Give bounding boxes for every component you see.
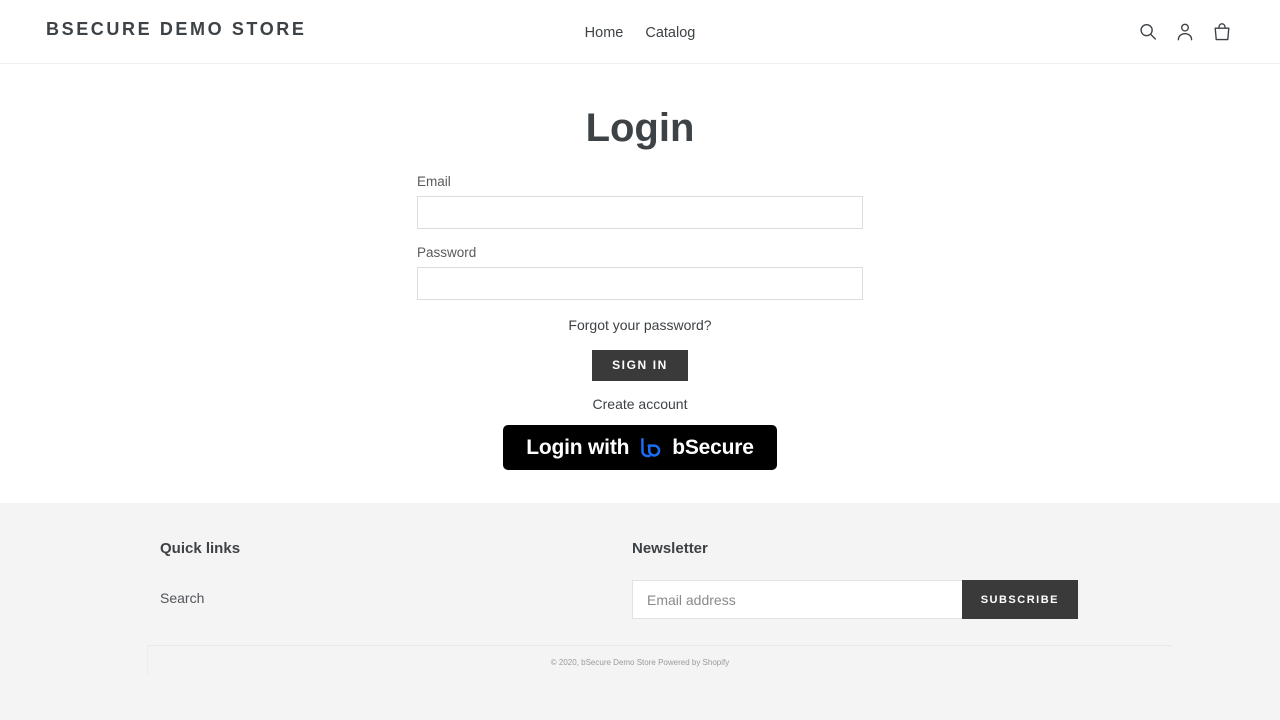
subscribe-button[interactable]: SUBSCRIBE <box>961 580 1078 619</box>
page-title: Login <box>585 106 695 150</box>
footer-bottom-strip <box>0 676 1280 720</box>
footer-link-search[interactable]: Search <box>160 589 204 607</box>
email-label: Email <box>417 174 451 189</box>
main-navigation: Home Catalog <box>585 24 696 42</box>
page-root: BSECURE DEMO STORE Home Catalog Login Em… <box>0 0 1280 720</box>
forgot-password-row: Forgot your password? <box>417 316 863 335</box>
header-icon-group <box>1137 21 1233 43</box>
bsecure-logo-icon <box>638 435 663 460</box>
bsecure-row: Login with bSecure <box>417 425 863 470</box>
password-label: Password <box>417 245 477 260</box>
login-with-bsecure-button[interactable]: Login with bSecure <box>503 425 777 470</box>
bsecure-brand-label: bSecure <box>672 436 754 459</box>
footer-divider <box>148 645 1172 646</box>
login-form: Email Password Forgot your password? SIG… <box>417 152 863 470</box>
forgot-password-link[interactable]: Forgot your password? <box>568 317 711 333</box>
password-field-group: Password <box>417 245 863 300</box>
cart-icon[interactable] <box>1211 21 1233 43</box>
create-account-row: Create account <box>417 395 863 414</box>
create-account-link[interactable]: Create account <box>593 396 688 412</box>
footer-newsletter-column: Newsletter SUBSCRIBE <box>600 538 1152 619</box>
footer-quick-links-column: Quick links Search <box>128 538 600 619</box>
nav-link-home[interactable]: Home <box>585 24 624 42</box>
newsletter-email-input[interactable] <box>632 580 962 619</box>
signin-row: SIGN IN <box>417 350 863 381</box>
quick-links-heading: Quick links <box>160 540 241 557</box>
store-logo-text[interactable]: BSECURE DEMO STORE <box>46 19 307 40</box>
password-input[interactable] <box>417 267 863 300</box>
search-icon[interactable] <box>1137 21 1159 43</box>
bsecure-prefix-label: Login with <box>526 436 630 459</box>
email-input[interactable] <box>417 196 863 229</box>
footer-columns: Quick links Search Newsletter SUBSCRIBE <box>128 503 1152 619</box>
copyright-text: © 2020, bSecure Demo Store Powered by Sh… <box>550 658 730 667</box>
site-header: BSECURE DEMO STORE Home Catalog <box>0 0 1280 64</box>
account-icon[interactable] <box>1174 21 1196 43</box>
sign-in-button[interactable]: SIGN IN <box>592 350 688 381</box>
nav-link-catalog[interactable]: Catalog <box>645 24 695 42</box>
email-field-group: Email <box>417 174 863 229</box>
main-content: Login Email Password Forgot your passwor… <box>0 64 1280 503</box>
newsletter-heading: Newsletter <box>632 540 708 557</box>
newsletter-form: SUBSCRIBE <box>632 580 1078 619</box>
